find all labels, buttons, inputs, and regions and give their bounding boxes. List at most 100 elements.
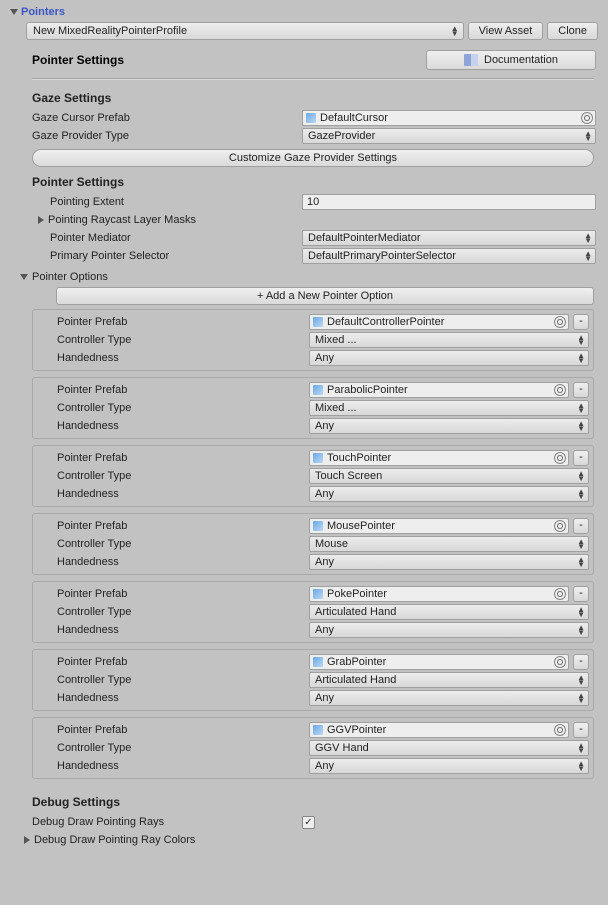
- prefab-icon: [313, 725, 323, 735]
- documentation-button[interactable]: Documentation: [426, 50, 596, 70]
- updown-icon: ▲▼: [577, 471, 585, 481]
- remove-pointer-option-button[interactable]: -: [573, 382, 589, 398]
- profile-selector[interactable]: New MixedRealityPointerProfile ▲▼: [26, 22, 464, 40]
- gaze-cursor-prefab-field[interactable]: DefaultCursor: [302, 110, 596, 126]
- debug-settings-heading: Debug Settings: [10, 785, 598, 813]
- object-picker-icon[interactable]: [554, 588, 566, 600]
- gaze-settings-heading: Gaze Settings: [10, 81, 598, 109]
- handedness-field[interactable]: Any▲▼: [309, 418, 589, 434]
- object-picker-icon[interactable]: [554, 384, 566, 396]
- object-picker-icon[interactable]: [554, 520, 566, 532]
- controller-type-field[interactable]: GGV Hand▲▼: [309, 740, 589, 756]
- pointers-header[interactable]: Pointers: [10, 2, 598, 20]
- handedness-label: Handedness: [37, 488, 309, 500]
- foldout-icon: [20, 274, 28, 280]
- object-picker-icon[interactable]: [554, 452, 566, 464]
- debug-draw-ray-colors-label[interactable]: Debug Draw Pointing Ray Colors: [34, 834, 195, 846]
- debug-draw-rays-checkbox[interactable]: ✓: [302, 816, 315, 829]
- gaze-provider-type-field[interactable]: GazeProvider ▲▼: [302, 128, 596, 144]
- pointer-prefab-field[interactable]: TouchPointer: [309, 450, 569, 466]
- updown-icon: ▲▼: [577, 625, 585, 635]
- pointer-option: Pointer PrefabGrabPointer- Controller Typ…: [32, 649, 594, 711]
- controller-type-field[interactable]: Mixed ...▲▼: [309, 332, 589, 348]
- updown-icon: ▲▼: [577, 607, 585, 617]
- remove-pointer-option-button[interactable]: -: [573, 722, 589, 738]
- controller-type-field[interactable]: Touch Screen▲▼: [309, 468, 589, 484]
- remove-pointer-option-button[interactable]: -: [573, 586, 589, 602]
- pointer-options-foldout[interactable]: Pointer Options: [10, 265, 598, 287]
- handedness-field[interactable]: Any▲▼: [309, 486, 589, 502]
- controller-type-label: Controller Type: [37, 606, 309, 618]
- updown-icon: ▲▼: [451, 26, 459, 36]
- add-pointer-option-button[interactable]: + Add a New Pointer Option: [56, 287, 594, 305]
- pointer-prefab-field[interactable]: DefaultControllerPointer: [309, 314, 569, 330]
- pointer-prefab-field[interactable]: GrabPointer: [309, 654, 569, 670]
- remove-pointer-option-button[interactable]: -: [573, 314, 589, 330]
- remove-pointer-option-button[interactable]: -: [573, 654, 589, 670]
- pointer-prefab-field[interactable]: MousePointer: [309, 518, 569, 534]
- updown-icon: ▲▼: [577, 539, 585, 549]
- controller-type-label: Controller Type: [37, 742, 309, 754]
- pointer-prefab-label: Pointer Prefab: [37, 520, 309, 532]
- gaze-provider-type-label: Gaze Provider Type: [32, 130, 302, 142]
- pointer-prefab-field[interactable]: GGVPointer: [309, 722, 569, 738]
- updown-icon: ▲▼: [577, 489, 585, 499]
- primary-pointer-selector-field[interactable]: DefaultPrimaryPointerSelector ▲▼: [302, 248, 596, 264]
- view-asset-button[interactable]: View Asset: [468, 22, 544, 40]
- prefab-icon: [313, 385, 323, 395]
- remove-pointer-option-button[interactable]: -: [573, 518, 589, 534]
- handedness-field[interactable]: Any▲▼: [309, 350, 589, 366]
- customize-gaze-button[interactable]: Customize Gaze Provider Settings: [32, 149, 594, 167]
- updown-icon: ▲▼: [584, 131, 592, 141]
- handedness-field[interactable]: Any▲▼: [309, 622, 589, 638]
- pointer-mediator-field[interactable]: DefaultPointerMediator ▲▼: [302, 230, 596, 246]
- controller-type-field[interactable]: Articulated Hand▲▼: [309, 604, 589, 620]
- inspector-panel: Pointers New MixedRealityPointerProfile …: [0, 0, 608, 859]
- foldout-icon[interactable]: [24, 836, 30, 844]
- pointer-settings-subheading: Pointer Settings: [10, 173, 598, 193]
- handedness-label: Handedness: [37, 760, 309, 772]
- clone-button[interactable]: Clone: [547, 22, 598, 40]
- controller-type-field[interactable]: Mixed ...▲▼: [309, 400, 589, 416]
- remove-pointer-option-button[interactable]: -: [573, 450, 589, 466]
- updown-icon: ▲▼: [577, 557, 585, 567]
- prefab-icon: [313, 589, 323, 599]
- pointer-prefab-label: Pointer Prefab: [37, 588, 309, 600]
- updown-icon: ▲▼: [577, 761, 585, 771]
- prefab-icon: [313, 453, 323, 463]
- pointing-raycast-masks-label[interactable]: Pointing Raycast Layer Masks: [48, 214, 196, 226]
- handedness-label: Handedness: [37, 352, 309, 364]
- controller-type-label: Controller Type: [37, 674, 309, 686]
- handedness-field[interactable]: Any▲▼: [309, 554, 589, 570]
- pointer-option: Pointer PrefabGGVPointer-Controller Type…: [32, 717, 594, 779]
- handedness-field[interactable]: Any▲▼: [309, 758, 589, 774]
- pointer-prefab-field[interactable]: ParabolicPointer: [309, 382, 569, 398]
- object-picker-icon[interactable]: [554, 656, 566, 668]
- foldout-icon[interactable]: [38, 216, 44, 224]
- pointing-extent-label: Pointing Extent: [50, 196, 302, 208]
- pointer-option: Pointer PrefabParabolicPointer-Controlle…: [32, 377, 594, 439]
- handedness-label: Handedness: [37, 624, 309, 636]
- controller-type-field[interactable]: Articulated Hand▲▼: [309, 672, 589, 688]
- object-picker-icon[interactable]: [554, 316, 566, 328]
- pointer-option: Pointer PrefabTouchPointer-Controller Ty…: [32, 445, 594, 507]
- pointer-prefab-label: Pointer Prefab: [37, 452, 309, 464]
- pointer-option: Pointer PrefabDefaultControllerPointer-C…: [32, 309, 594, 371]
- updown-icon: ▲▼: [584, 233, 592, 243]
- object-picker-icon[interactable]: [581, 112, 593, 124]
- object-picker-icon[interactable]: [554, 724, 566, 736]
- pointer-prefab-field[interactable]: PokePointer: [309, 586, 569, 602]
- pointer-prefab-label: Pointer Prefab: [37, 656, 309, 668]
- prefab-icon: [313, 521, 323, 531]
- book-icon: [464, 54, 478, 66]
- pointer-option: Pointer PrefabMousePointer- Controller Ty…: [32, 513, 594, 575]
- gaze-cursor-prefab-label: Gaze Cursor Prefab: [32, 112, 302, 124]
- controller-type-field[interactable]: Mouse▲▼: [309, 536, 589, 552]
- pointing-extent-field[interactable]: 10: [302, 194, 596, 210]
- primary-pointer-selector-label: Primary Pointer Selector: [50, 250, 302, 262]
- controller-type-label: Controller Type: [37, 538, 309, 550]
- updown-icon: ▲▼: [577, 335, 585, 345]
- updown-icon: ▲▼: [577, 353, 585, 363]
- updown-icon: ▲▼: [577, 403, 585, 413]
- handedness-field[interactable]: Any▲▼: [309, 690, 589, 706]
